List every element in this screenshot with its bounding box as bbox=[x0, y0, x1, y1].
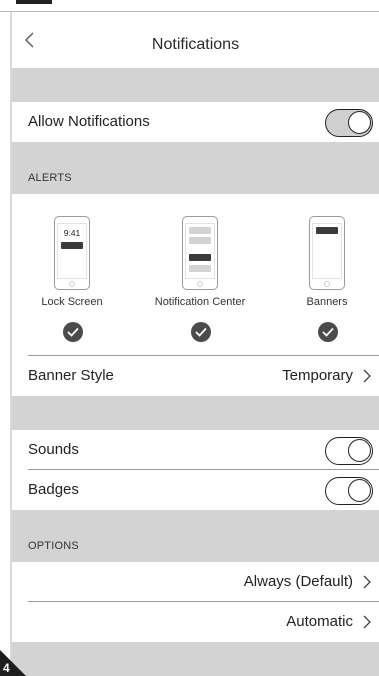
alerts-style-picker: 9:41 Lock Screen Notification Center Ban… bbox=[12, 194, 379, 356]
nav-bar: Notifications bbox=[12, 12, 379, 68]
alert-label-lock-screen: Lock Screen bbox=[41, 296, 103, 308]
section-spacer bbox=[12, 68, 379, 102]
chevron-right-icon bbox=[363, 369, 371, 383]
options-section-label: OPTIONS bbox=[28, 540, 79, 552]
options-section-header: OPTIONS bbox=[12, 510, 379, 562]
notifications-screen: Notifications Allow Notifications ALERTS… bbox=[10, 12, 379, 676]
list-mark-highlight bbox=[189, 254, 211, 261]
home-button-icon bbox=[324, 281, 330, 287]
window-top-strip bbox=[0, 0, 379, 12]
banner-style-value: Temporary bbox=[282, 367, 353, 384]
show-previews-value: Always (Default) bbox=[243, 573, 353, 590]
show-previews-row[interactable]: Always (Default) bbox=[12, 562, 379, 602]
chevron-right-icon bbox=[363, 575, 371, 589]
badges-label: Badges bbox=[28, 481, 79, 498]
lock-screen-time: 9:41 bbox=[63, 228, 81, 238]
list-mark bbox=[189, 237, 211, 244]
banner-style-label: Banner Style bbox=[28, 367, 114, 384]
section-spacer bbox=[12, 396, 379, 430]
list-mark bbox=[189, 265, 211, 272]
alerts-section-label: ALERTS bbox=[28, 172, 72, 184]
list-mark bbox=[189, 227, 211, 234]
notification-center-preview[interactable] bbox=[182, 216, 218, 290]
home-button-icon bbox=[197, 281, 203, 287]
toggle-knob bbox=[348, 439, 371, 462]
banner-mark bbox=[61, 242, 83, 249]
notification-grouping-value: Automatic bbox=[286, 613, 353, 630]
toggle-knob bbox=[348, 479, 371, 502]
allow-notifications-row[interactable]: Allow Notifications bbox=[12, 102, 379, 142]
corner-badge-label: 4 bbox=[3, 661, 10, 675]
badges-toggle[interactable] bbox=[325, 477, 373, 505]
banners-check-icon[interactable] bbox=[318, 322, 338, 342]
alert-label-banners: Banners bbox=[306, 296, 348, 308]
allow-notifications-label: Allow Notifications bbox=[28, 113, 150, 130]
sounds-label: Sounds bbox=[28, 441, 79, 458]
home-button-icon bbox=[69, 281, 75, 287]
lock-screen-preview[interactable]: 9:41 bbox=[54, 216, 90, 290]
sounds-row[interactable]: Sounds bbox=[12, 430, 379, 470]
page-title: Notifications bbox=[151, 36, 240, 53]
alerts-section-header: ALERTS bbox=[12, 142, 379, 194]
badges-row[interactable]: Badges bbox=[12, 470, 379, 510]
banner-mark bbox=[316, 227, 338, 234]
alert-label-notification-center: Notification Center bbox=[154, 296, 246, 308]
notification-center-check-icon[interactable] bbox=[191, 322, 211, 342]
notification-grouping-row[interactable]: Automatic bbox=[12, 602, 379, 642]
lock-screen-check-icon[interactable] bbox=[63, 322, 83, 342]
sounds-toggle[interactable] bbox=[325, 437, 373, 465]
bottom-spacer bbox=[12, 642, 379, 676]
toggle-knob bbox=[348, 111, 371, 134]
top-strip-mark bbox=[16, 0, 52, 4]
banners-preview[interactable] bbox=[309, 216, 345, 290]
banner-style-row[interactable]: Banner Style Temporary bbox=[12, 356, 379, 396]
chevron-right-icon bbox=[363, 615, 371, 629]
allow-notifications-toggle[interactable] bbox=[325, 109, 373, 137]
